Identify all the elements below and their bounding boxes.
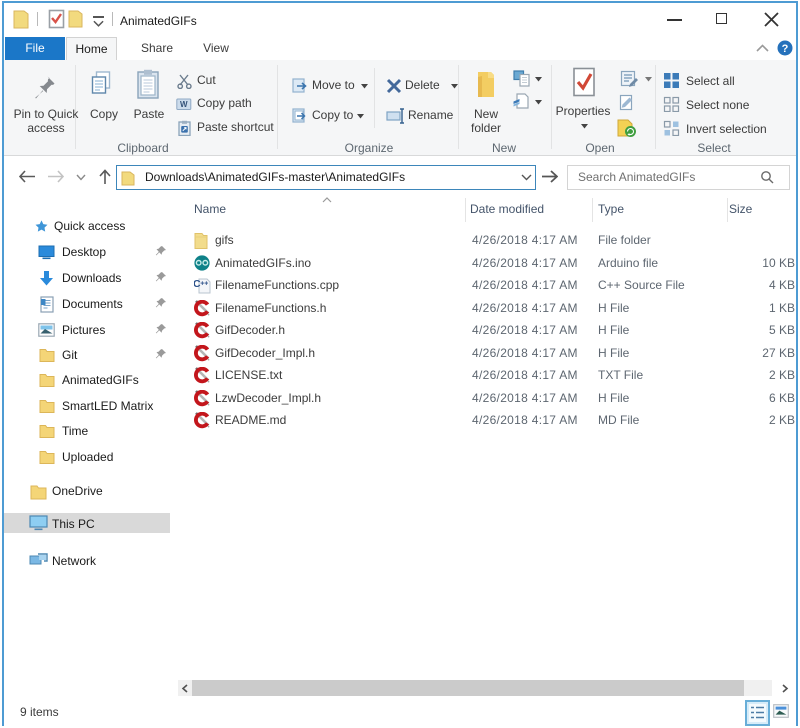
svg-text:?: ? bbox=[782, 43, 789, 55]
svg-text:W: W bbox=[180, 100, 188, 109]
svg-text:++: ++ bbox=[200, 281, 208, 288]
